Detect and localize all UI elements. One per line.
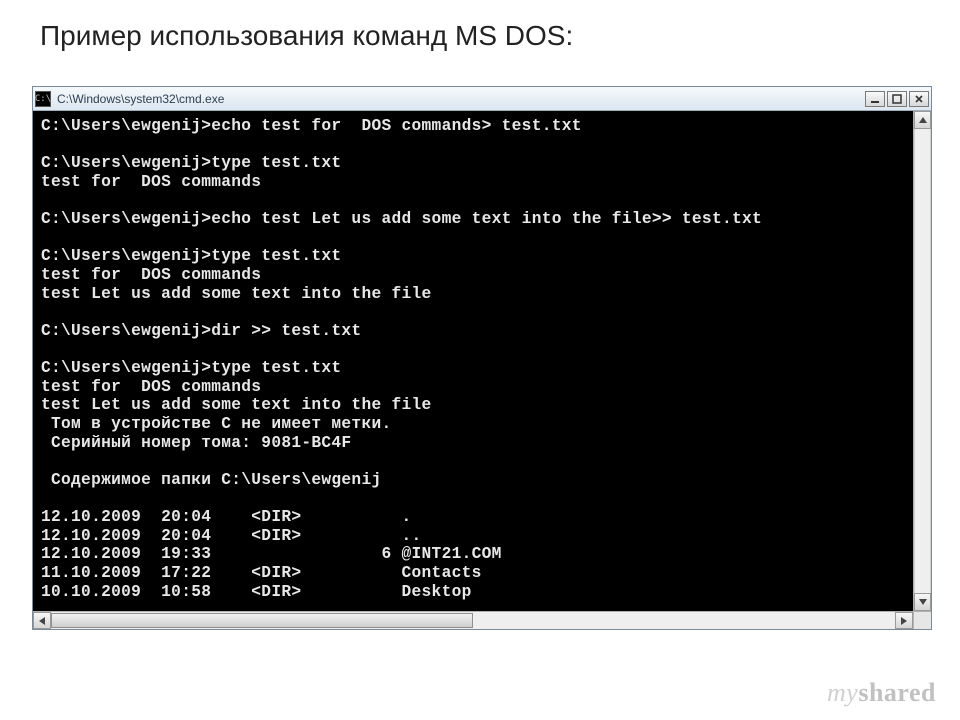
chevron-up-icon [919, 117, 927, 123]
horizontal-scrollbar[interactable] [33, 611, 931, 629]
scroll-left-button[interactable] [33, 612, 51, 629]
vertical-scroll-thumb[interactable] [916, 129, 929, 593]
horizontal-scroll-thumb[interactable] [51, 613, 473, 628]
watermark-suffix: shared [858, 678, 936, 707]
vertical-scroll-track[interactable] [914, 129, 931, 593]
chevron-left-icon [39, 617, 45, 625]
window-title-text: C:\Windows\system32\cmd.exe [57, 92, 865, 106]
vertical-scrollbar[interactable] [913, 111, 931, 611]
close-icon [914, 94, 924, 104]
cmd-window: C:\ C:\Windows\system32\cmd.exe C:\Users… [32, 86, 932, 630]
system-menu-icon[interactable]: C:\ [35, 91, 51, 107]
terminal-output[interactable]: C:\Users\ewgenij>echo test for DOS comma… [33, 111, 913, 611]
horizontal-scroll-track[interactable] [51, 612, 895, 629]
terminal-client-area: C:\Users\ewgenij>echo test for DOS comma… [33, 111, 931, 611]
window-titlebar[interactable]: C:\ C:\Windows\system32\cmd.exe [33, 87, 931, 111]
chevron-right-icon [901, 617, 907, 625]
scroll-right-button[interactable] [895, 612, 913, 629]
maximize-button[interactable] [887, 91, 907, 107]
scroll-up-button[interactable] [914, 111, 931, 129]
minimize-button[interactable] [865, 91, 885, 107]
window-control-buttons [865, 91, 929, 107]
minimize-icon [870, 94, 880, 104]
scrollbar-corner [913, 612, 931, 629]
close-button[interactable] [909, 91, 929, 107]
chevron-down-icon [919, 599, 927, 605]
maximize-icon [892, 94, 902, 104]
scroll-down-button[interactable] [914, 593, 931, 611]
watermark: myshared [827, 678, 936, 708]
watermark-prefix: my [827, 678, 858, 707]
page-heading: Пример использования команд MS DOS: [40, 20, 573, 52]
